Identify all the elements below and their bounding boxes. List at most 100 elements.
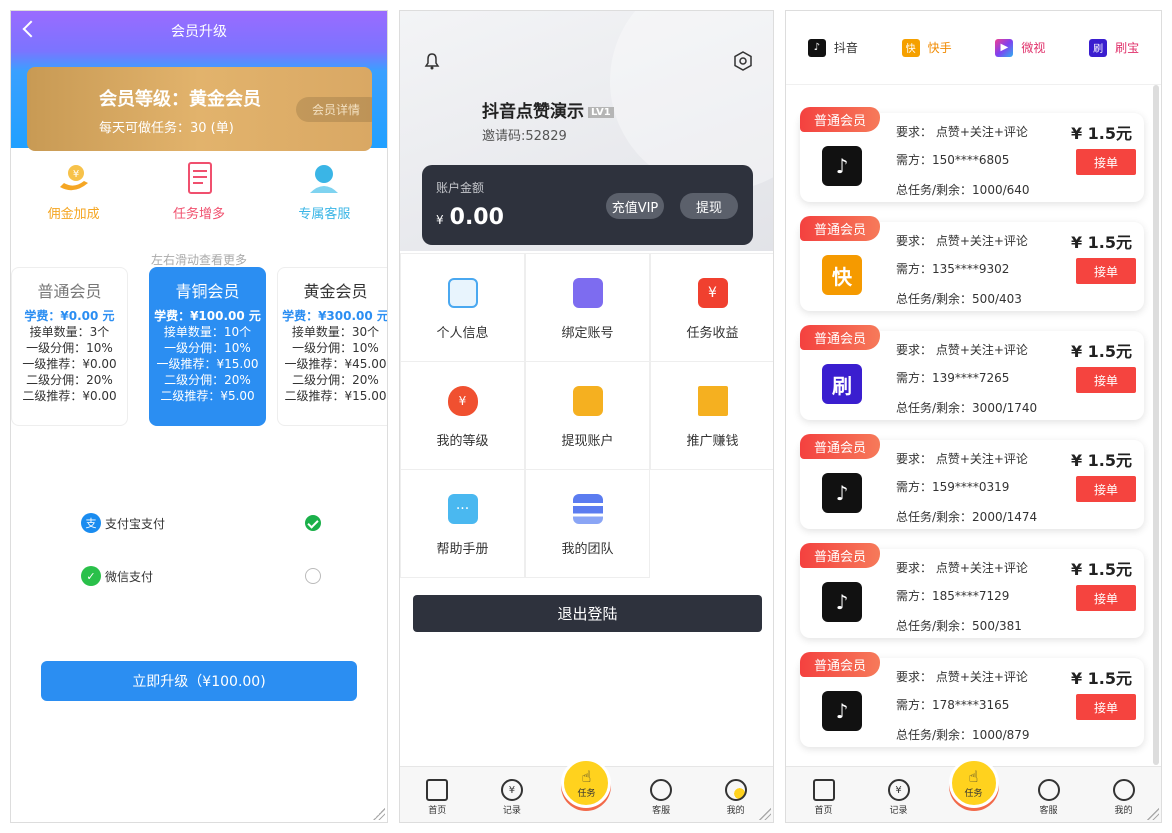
tier-row: 接单数量：10个	[163, 325, 252, 339]
menu-help[interactable]: ··· 帮助手册	[400, 469, 525, 578]
invite-code: 邀请码:52829	[482, 129, 567, 144]
tab-home[interactable]: 首页	[794, 779, 854, 816]
tab-service[interactable]: 客服	[1019, 779, 1079, 816]
platform-tab-weishi[interactable]: ▶ 微视	[995, 38, 1045, 57]
menu-promote[interactable]: 推广赚钱	[650, 361, 773, 470]
account-card: 账户金额 ¥0.00 充值VIP 提现	[422, 165, 753, 245]
page-title: 会员升级	[171, 24, 227, 40]
task-remaining: 总任务/剩余：500/403	[896, 292, 1022, 306]
platform-tab-kuaishou[interactable]: 快快手	[901, 38, 952, 57]
support-agent-icon	[304, 161, 344, 197]
svg-text:¥: ¥	[72, 169, 78, 180]
pay-option-alipay[interactable]: 支 支付宝支付	[81, 513, 321, 533]
task-price: ¥ 1.5元	[1070, 451, 1132, 470]
tab-mine[interactable]: 我的	[706, 779, 766, 816]
tier-row: 一级分佣：10%	[26, 341, 113, 355]
accept-task-button[interactable]: 接单	[1076, 149, 1136, 175]
username: 抖音点赞演示 LV1	[482, 97, 614, 122]
radio-checked-icon[interactable]	[305, 515, 321, 531]
upgrade-now-button[interactable]: 立即升级（¥100.00)	[41, 661, 357, 701]
member-badge: 普通会员	[800, 325, 881, 350]
menu-withdraw-account[interactable]: 提现账户	[525, 361, 650, 470]
platform-tab-shuabao[interactable]: 刷刷宝	[1089, 38, 1139, 57]
menu-my-team[interactable]: 我的团队	[525, 469, 650, 578]
menu-task-income[interactable]: ¥ 任务收益	[650, 253, 773, 362]
tier-name: 黄金会员	[303, 282, 368, 301]
kuaishou-icon: 快	[901, 38, 920, 57]
menu-label: 我的等级	[436, 434, 489, 449]
menu-label: 提现账户	[561, 434, 614, 449]
douyin-logo-icon: ♪	[822, 582, 862, 622]
pay-label: 微信支付	[105, 569, 154, 584]
accept-task-button[interactable]: 接单	[1076, 585, 1136, 611]
menu-label: 个人信息	[436, 326, 489, 341]
shuabao-icon: 刷	[1089, 38, 1108, 57]
resize-grip-icon[interactable]	[1147, 808, 1159, 820]
accept-task-button[interactable]: 接单	[1076, 694, 1136, 720]
tab-record[interactable]: ¥ 记录	[869, 779, 929, 816]
profile-screen: 抖音点赞演示 LV1 邀请码:52829 账户金额 ¥0.00 充值VIP 提现 …	[399, 10, 774, 823]
platform-tab-douyin[interactable]: ♪ 抖音	[807, 38, 858, 57]
tier-row: 一级分佣：10%	[164, 341, 251, 355]
recharge-vip-button[interactable]: 充值VIP	[606, 193, 664, 219]
task-requirement: 要求： 点赞+关注+评论	[896, 561, 1028, 575]
task-requester: 需方：139****7265	[896, 371, 1010, 385]
decor-circle	[610, 11, 773, 191]
profile-header: 抖音点赞演示 LV1 邀请码:52829 账户金额 ¥0.00 充值VIP 提现	[400, 11, 773, 251]
platform-label: 快手	[927, 41, 952, 55]
menu-label: 帮助手册	[436, 542, 489, 557]
home-icon	[426, 779, 449, 801]
menu-label: 我的团队	[561, 542, 614, 557]
wallet-icon	[572, 386, 603, 416]
menu-bind-account[interactable]: 绑定账号	[525, 253, 650, 362]
accept-task-button[interactable]: 接单	[1076, 367, 1136, 393]
pay-option-wechat[interactable]: ✓ 微信支付	[81, 566, 321, 586]
menu-label: 推广赚钱	[686, 434, 739, 449]
back-arrow-icon[interactable]	[22, 20, 40, 38]
task-price: ¥ 1.5元	[1070, 124, 1132, 143]
perk-service: 专属客服	[298, 161, 350, 222]
radio-unchecked-icon[interactable]	[305, 568, 321, 584]
resize-grip-icon[interactable]	[759, 808, 771, 820]
tier-card-basic[interactable]: 普通会员 学费：¥0.00 元 接单数量：3个 一级分佣：10% 一级推荐：¥0…	[11, 267, 128, 426]
scrollbar[interactable]	[1153, 85, 1159, 765]
member-badge: 普通会员	[800, 216, 881, 241]
accept-task-button[interactable]: 接单	[1076, 258, 1136, 284]
withdraw-button[interactable]: 提现	[680, 193, 738, 219]
tier-card-gold[interactable]: 黄金会员 学费：¥300.00 元 接单数量：30个 一级分佣：10% 一级推荐…	[277, 267, 387, 426]
resize-grip-icon[interactable]	[373, 808, 385, 820]
logout-button[interactable]: 退出登陆	[413, 595, 762, 632]
douyin-icon: ♪	[807, 38, 826, 57]
level-detail-button[interactable]: 会员详情	[295, 97, 372, 122]
weishi-icon: ▶	[995, 38, 1014, 57]
tier-fee: 学费：¥100.00 元	[154, 309, 261, 323]
level-card: 会员等级：黄金会员 每天可做任务：30 (单) 会员详情	[27, 67, 372, 151]
bell-icon[interactable]	[422, 51, 442, 75]
tab-service[interactable]: 客服	[631, 779, 691, 816]
menu-my-level[interactable]: ¥ 我的等级	[400, 361, 525, 470]
douyin-logo-icon: ♪	[822, 691, 862, 731]
upgrade-screen: 会员升级 会员等级：黄金会员 每天可做任务：30 (单) 会员详情 ¥ 佣金加成…	[10, 10, 388, 823]
tab-label: 记录	[889, 806, 908, 816]
pay-label: 支付宝支付	[105, 516, 166, 531]
tab-mine[interactable]: 我的	[1094, 779, 1154, 816]
platform-label: 抖音	[833, 41, 858, 55]
task-card: 普通会员 刷 要求： 点赞+关注+评论 需方：139****7265 总任务/剩…	[800, 325, 1144, 420]
tier-card-bronze[interactable]: 青铜会员 学费：¥100.00 元 接单数量：10个 一级分佣：10% 一级推荐…	[149, 267, 266, 426]
menu-personal-info[interactable]: 个人信息	[400, 253, 525, 362]
accept-task-button[interactable]: 接单	[1076, 476, 1136, 502]
task-requirement: 要求： 点赞+关注+评论	[896, 670, 1028, 684]
task-price: ¥ 1.5元	[1070, 342, 1132, 361]
perk-label: 佣金加成	[47, 207, 100, 222]
task-card: 普通会员 ♪ 要求： 点赞+关注+评论 需方：185****7129 总任务/剩…	[800, 543, 1144, 638]
shuabao-logo-icon: 刷	[822, 364, 862, 404]
tap-hand-icon: ☝ 任务	[948, 758, 999, 808]
douyin-logo-icon: ♪	[822, 473, 862, 513]
smile-icon	[650, 779, 673, 801]
task-price: ¥ 1.5元	[1070, 669, 1132, 688]
tab-record[interactable]: ¥ 记录	[482, 779, 542, 816]
tier-row: 二级推荐：¥0.00	[22, 389, 117, 403]
settings-icon[interactable]	[733, 51, 753, 75]
task-requirement: 要求： 点赞+关注+评论	[896, 125, 1028, 139]
tab-home[interactable]: 首页	[407, 779, 467, 816]
